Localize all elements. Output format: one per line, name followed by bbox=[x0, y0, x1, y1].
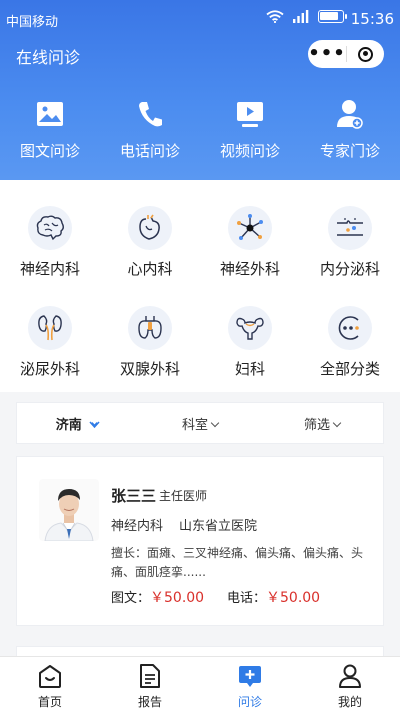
doctor-title: 主任医师 bbox=[159, 489, 208, 503]
chevron-down-icon bbox=[210, 418, 220, 427]
tab-home[interactable]: 首页 bbox=[0, 657, 100, 711]
heart-icon bbox=[139, 214, 160, 240]
tab-report[interactable]: 报告 bbox=[100, 657, 200, 711]
quick-image-consult[interactable]: 图文问诊 bbox=[0, 96, 100, 161]
doctor-hospital: 山东省立医院 bbox=[179, 519, 258, 534]
price-label: 电话： bbox=[227, 591, 267, 606]
tab-label: 报告 bbox=[137, 695, 162, 709]
dept-thyroid-breast[interactable]: 双腺外科 bbox=[100, 306, 200, 379]
status-icons bbox=[266, 10, 347, 23]
price-label: 图文： bbox=[111, 591, 151, 606]
more-dots-icon[interactable]: ••• bbox=[308, 44, 346, 64]
tab-label: 我的 bbox=[337, 695, 362, 709]
screen-filter-label: 筛选 bbox=[303, 417, 330, 433]
dept-all-categories[interactable]: 全部分类 bbox=[300, 306, 400, 379]
doctor-department: 神经内科 bbox=[111, 519, 164, 534]
dept-filter[interactable]: 科室 bbox=[139, 414, 261, 433]
dept-label: 神经外科 bbox=[219, 260, 280, 278]
doctor-card[interactable]: 张三三 主任医师 神经内科 山东省立医院 擅长：面瘫、三叉神经痛、偏头痛、偏头痛… bbox=[16, 456, 384, 626]
endocrine-icon bbox=[337, 218, 363, 236]
dept-gynecology[interactable]: 妇科 bbox=[200, 306, 300, 379]
quick-phone-consult[interactable]: 电话问诊 bbox=[100, 96, 200, 161]
dept-label: 心内科 bbox=[127, 260, 173, 278]
thyroid-icon bbox=[138, 316, 162, 339]
quick-expert-clinic[interactable]: 专家门诊 bbox=[300, 96, 400, 161]
video-icon bbox=[237, 102, 263, 127]
tab-bar: 首页 报告 问诊 我的 bbox=[0, 656, 400, 711]
price-amount: ￥50.00 bbox=[266, 590, 321, 606]
status-time: 15:36 bbox=[350, 10, 394, 28]
dept-endocrinology[interactable]: 内分泌科 bbox=[300, 206, 400, 279]
neuron-icon bbox=[237, 214, 263, 240]
chevron-down-icon bbox=[89, 420, 100, 428]
screen-filter[interactable]: 筛选 bbox=[261, 414, 383, 433]
carrier-label: 中国移动 bbox=[6, 15, 59, 30]
filter-bar: 济南 科室 筛选 bbox=[16, 402, 384, 444]
avatar bbox=[39, 479, 99, 541]
image-icon bbox=[37, 102, 63, 126]
quick-label: 图文问诊 bbox=[19, 142, 80, 160]
phone-icon bbox=[139, 102, 162, 127]
doctor-specialty: 擅长：面瘫、三叉神经痛、偏头痛、偏头痛、头痛、面肌痉挛...... bbox=[111, 546, 364, 579]
quick-actions: 图文问诊 电话问诊 视频问诊 专家门诊 bbox=[0, 96, 400, 161]
status-bar: 中国移动 15:36 bbox=[0, 0, 400, 36]
dept-label: 内分泌科 bbox=[319, 260, 380, 278]
tab-label: 问诊 bbox=[237, 695, 262, 709]
quick-label: 专家门诊 bbox=[319, 142, 380, 160]
quick-video-consult[interactable]: 视频问诊 bbox=[200, 96, 300, 161]
report-icon bbox=[140, 664, 160, 688]
battery-icon bbox=[318, 10, 347, 23]
mini-program-capsule: ••• bbox=[308, 40, 384, 68]
profile-icon bbox=[339, 664, 361, 688]
dept-filter-label: 科室 bbox=[181, 417, 208, 433]
wifi-icon bbox=[266, 10, 284, 23]
header: 中国移动 15:36 在线问诊 ••• 图文问诊 电话问诊 视频问诊 专家门诊 bbox=[0, 0, 400, 180]
dept-neurology[interactable]: 神经内科 bbox=[0, 206, 100, 279]
quick-label: 电话问诊 bbox=[119, 142, 180, 160]
city-filter-label: 济南 bbox=[55, 417, 82, 433]
dept-cardiology[interactable]: 心内科 bbox=[100, 206, 200, 279]
chevron-down-icon bbox=[332, 418, 342, 427]
all-categories-icon bbox=[338, 316, 359, 340]
target-icon[interactable] bbox=[347, 46, 384, 62]
kidney-icon bbox=[38, 315, 62, 341]
tab-label: 首页 bbox=[37, 695, 62, 709]
dept-label: 泌尿外科 bbox=[19, 360, 80, 378]
consult-icon bbox=[239, 666, 261, 687]
brain-icon bbox=[36, 215, 64, 241]
dept-label: 双腺外科 bbox=[119, 360, 180, 378]
department-grid: 神经内科 心内科 神经外科 内分泌科 泌尿外科 双腺外科 妇科 全部分类 bbox=[0, 180, 400, 392]
dept-neurosurgery[interactable]: 神经外科 bbox=[200, 206, 300, 279]
tab-profile[interactable]: 我的 bbox=[300, 657, 400, 711]
text-consult-price: 图文：￥50.00 bbox=[111, 587, 204, 607]
city-filter[interactable]: 济南 bbox=[17, 414, 139, 433]
nav-bar: 在线问诊 ••• bbox=[0, 36, 400, 72]
quick-label: 视频问诊 bbox=[219, 142, 280, 160]
price-amount: ￥50.00 bbox=[150, 590, 205, 606]
dept-label: 妇科 bbox=[234, 360, 265, 378]
doctor-icon bbox=[337, 100, 363, 129]
doctor-name: 张三三 bbox=[111, 487, 157, 505]
tab-consult[interactable]: 问诊 bbox=[200, 657, 300, 711]
dept-urology[interactable]: 泌尿外科 bbox=[0, 306, 100, 379]
phone-consult-price: 电话：￥50.00 bbox=[227, 587, 320, 607]
signal-icon bbox=[293, 10, 309, 23]
dept-label: 神经内科 bbox=[19, 260, 80, 278]
uterus-icon bbox=[236, 317, 264, 340]
home-icon bbox=[39, 665, 61, 688]
page-title: 在线问诊 bbox=[16, 48, 81, 67]
dept-label: 全部分类 bbox=[319, 360, 380, 378]
